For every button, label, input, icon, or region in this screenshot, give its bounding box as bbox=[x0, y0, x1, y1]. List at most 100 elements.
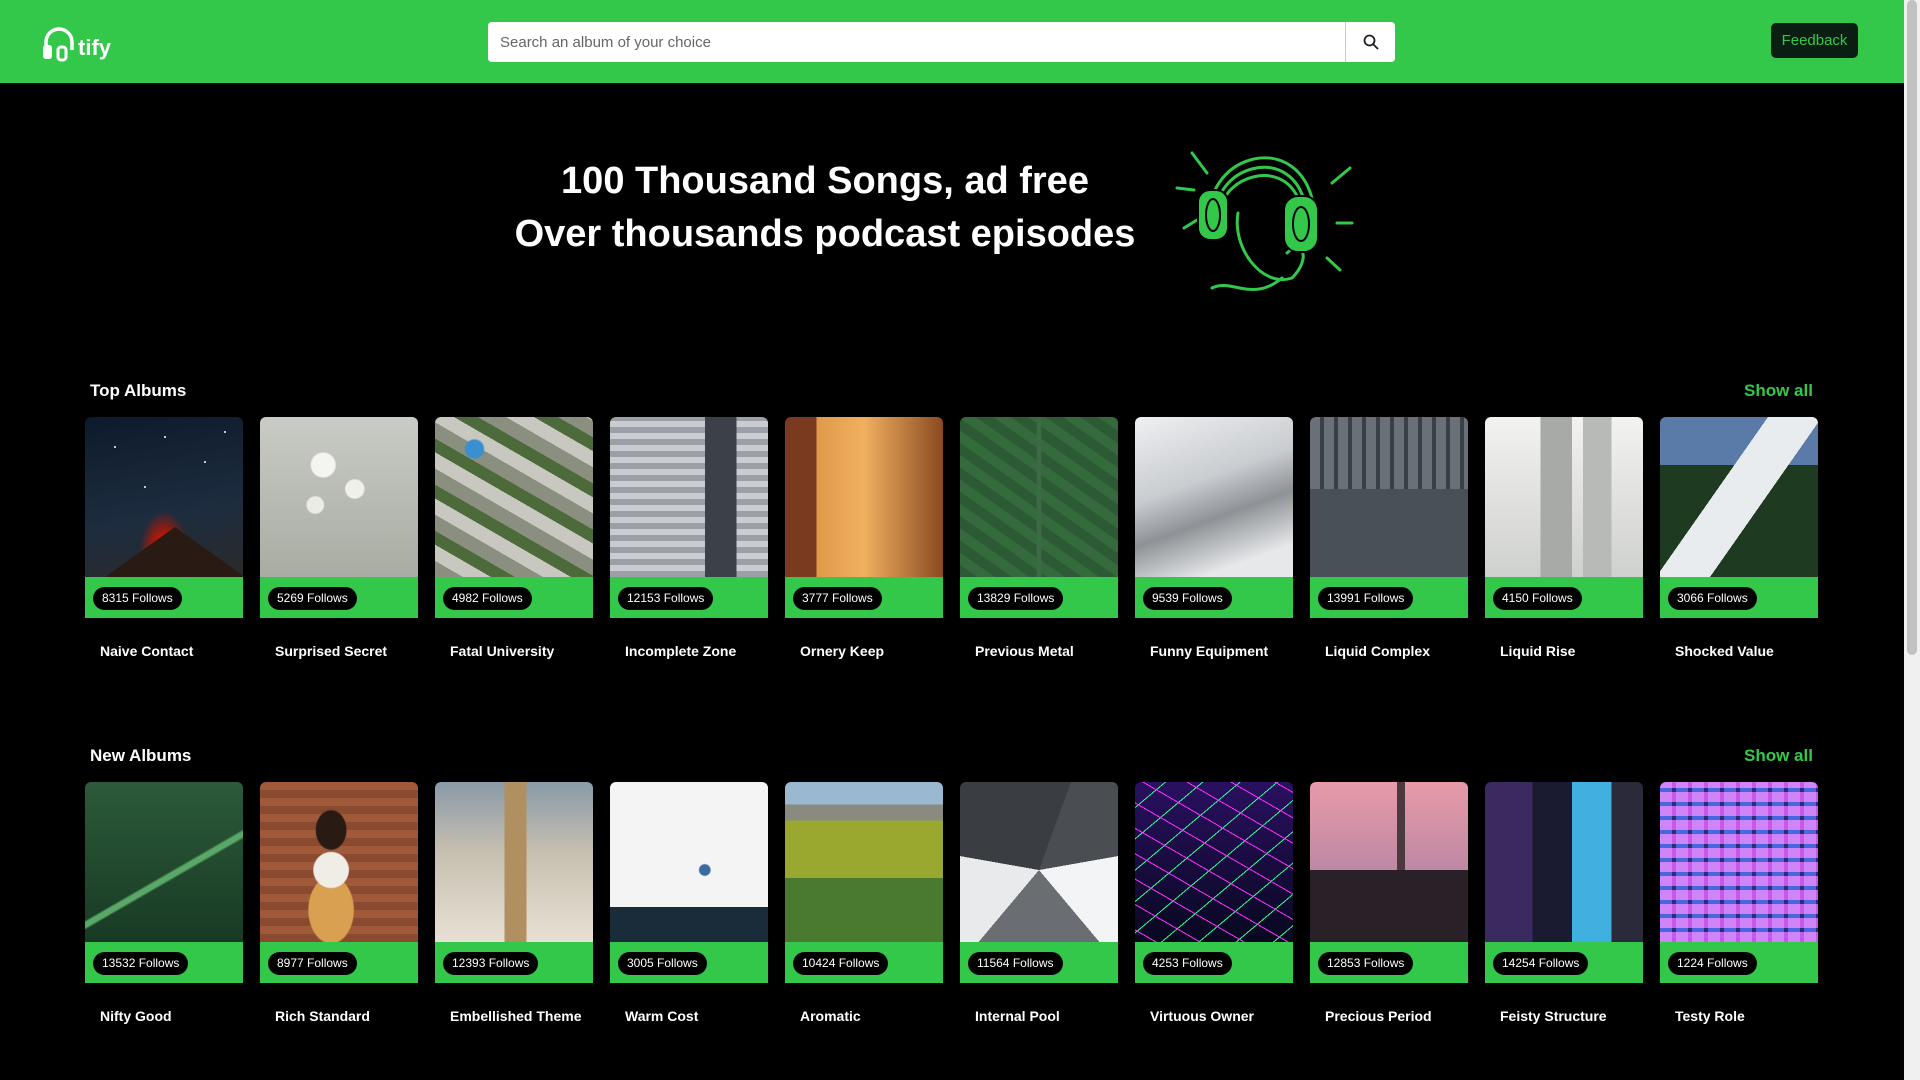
follows-badge: 3005 Follows bbox=[618, 952, 707, 975]
album-name: Nifty Good bbox=[100, 1008, 172, 1024]
hero-line-2: Over thousands podcast episodes bbox=[514, 213, 1136, 255]
follows-badge: 3066 Follows bbox=[1668, 587, 1757, 610]
album-cover-image bbox=[1310, 417, 1468, 577]
album-card[interactable]: 12153 Follows Incomplete Zone bbox=[610, 417, 768, 659]
album-card[interactable]: 3005 Follows Warm Cost bbox=[610, 782, 768, 1024]
headphones-illustration-icon bbox=[1175, 151, 1354, 291]
follows-badge: 13829 Follows bbox=[968, 587, 1064, 610]
follows-badge: 9539 Follows bbox=[1143, 587, 1232, 610]
follows-badge: 12853 Follows bbox=[1318, 952, 1414, 975]
album-name: Aromatic bbox=[800, 1008, 861, 1024]
album-card[interactable]: 12853 Follows Precious Period bbox=[1310, 782, 1468, 1024]
album-name: Liquid Rise bbox=[1500, 643, 1576, 659]
album-name: Rich Standard bbox=[275, 1008, 370, 1024]
album-name: Incomplete Zone bbox=[625, 643, 737, 659]
new-albums-title: New Albums bbox=[90, 746, 192, 765]
new-albums-show-all-link[interactable]: Show all bbox=[1744, 746, 1813, 766]
album-name: Embellished Theme bbox=[450, 1008, 582, 1024]
album-card[interactable]: 14254 Follows Feisty Structure bbox=[1485, 782, 1643, 1024]
album-cover-image bbox=[1135, 417, 1293, 577]
album-cover-image bbox=[435, 782, 593, 942]
album-cover-image bbox=[610, 782, 768, 942]
album-name: Previous Metal bbox=[975, 643, 1074, 659]
album-card[interactable]: 10424 Follows Aromatic bbox=[785, 782, 943, 1024]
album-card[interactable]: 5269 Follows Surprised Secret bbox=[260, 417, 418, 659]
album-cover-image bbox=[785, 782, 943, 942]
search-bar bbox=[488, 22, 1395, 62]
album-name: Precious Period bbox=[1325, 1008, 1432, 1024]
album-card[interactable]: 13991 Follows Liquid Complex bbox=[1310, 417, 1468, 659]
album-card[interactable]: 4150 Follows Liquid Rise bbox=[1485, 417, 1643, 659]
album-card[interactable]: 9539 Follows Funny Equipment bbox=[1135, 417, 1293, 659]
follows-badge: 4253 Follows bbox=[1143, 952, 1232, 975]
album-name: Shocked Value bbox=[1675, 643, 1774, 659]
scrollbar-thumb[interactable] bbox=[1907, 0, 1917, 655]
album-name: Internal Pool bbox=[975, 1008, 1060, 1024]
top-albums-title: Top Albums bbox=[90, 381, 187, 400]
album-cover-image bbox=[1660, 782, 1818, 942]
follows-badge: 1224 Follows bbox=[1668, 952, 1757, 975]
top-albums-row: 8315 Follows Naive Contact 5269 Follows … bbox=[85, 417, 1825, 659]
search-icon bbox=[1363, 34, 1378, 50]
album-name: Ornery Keep bbox=[800, 643, 885, 659]
top-navbar: tify Feedback bbox=[0, 0, 1904, 83]
album-card[interactable]: 3066 Follows Shocked Value bbox=[1660, 417, 1818, 659]
album-card[interactable]: 8977 Follows Rich Standard bbox=[260, 782, 418, 1024]
follows-badge: 13532 Follows bbox=[93, 952, 189, 975]
album-cover-image bbox=[260, 417, 418, 577]
album-cover-image bbox=[960, 782, 1118, 942]
follows-badge: 12393 Follows bbox=[443, 952, 539, 975]
follows-badge: 4982 Follows bbox=[443, 587, 532, 610]
album-name: Warm Cost bbox=[625, 1008, 699, 1024]
album-cover-image bbox=[960, 417, 1118, 577]
album-cover-image bbox=[1660, 417, 1818, 577]
search-input[interactable] bbox=[488, 22, 1345, 62]
follows-badge: 4150 Follows bbox=[1493, 587, 1582, 610]
album-card[interactable]: 13532 Follows Nifty Good bbox=[85, 782, 243, 1024]
logo-text: tify bbox=[78, 35, 111, 60]
follows-badge: 14254 Follows bbox=[1493, 952, 1589, 975]
album-cover-image bbox=[785, 417, 943, 577]
album-card[interactable]: 11564 Follows Internal Pool bbox=[960, 782, 1118, 1024]
follows-badge: 8315 Follows bbox=[93, 587, 182, 610]
search-button[interactable] bbox=[1345, 22, 1395, 62]
album-cover-image bbox=[1485, 782, 1643, 942]
new-albums-row: 13532 Follows Nifty Good 8977 Follows Ri… bbox=[85, 782, 1825, 1024]
page-scrollbar[interactable] bbox=[1904, 0, 1920, 1080]
album-name: Naive Contact bbox=[100, 643, 194, 659]
headphones-logo-icon bbox=[43, 27, 74, 62]
album-card[interactable]: 4253 Follows Virtuous Owner bbox=[1135, 782, 1293, 1024]
album-cover-image bbox=[1310, 782, 1468, 942]
follows-badge: 11564 Follows bbox=[968, 952, 1063, 975]
feedback-button[interactable]: Feedback bbox=[1771, 23, 1858, 58]
top-albums-show-all-link[interactable]: Show all bbox=[1744, 381, 1813, 401]
album-name: Feisty Structure bbox=[1500, 1008, 1607, 1024]
follows-badge: 3777 Follows bbox=[793, 587, 882, 610]
album-card[interactable]: 4982 Follows Fatal University bbox=[435, 417, 593, 659]
album-name: Virtuous Owner bbox=[1150, 1008, 1254, 1024]
follows-badge: 13991 Follows bbox=[1318, 587, 1414, 610]
album-card[interactable]: 1224 Follows Testy Role bbox=[1660, 782, 1818, 1024]
album-cover-image bbox=[1485, 417, 1643, 577]
follows-badge: 12153 Follows bbox=[618, 587, 714, 610]
album-cover-image bbox=[85, 417, 243, 577]
album-cover-image bbox=[85, 782, 243, 942]
album-name: Testy Role bbox=[1675, 1008, 1745, 1024]
album-card[interactable]: 12393 Follows Embellished Theme bbox=[435, 782, 593, 1024]
album-name: Fatal University bbox=[450, 643, 555, 659]
album-name: Funny Equipment bbox=[1150, 643, 1269, 659]
album-card[interactable]: 3777 Follows Ornery Keep bbox=[785, 417, 943, 659]
album-cover-image bbox=[1135, 782, 1293, 942]
volcano-graphic bbox=[105, 431, 243, 577]
app-logo[interactable]: tify bbox=[42, 22, 111, 62]
hero-text: 100 Thousand Songs, ad free Over thousan… bbox=[500, 155, 1150, 261]
follows-badge: 10424 Follows bbox=[793, 952, 889, 975]
follows-badge: 8977 Follows bbox=[268, 952, 357, 975]
album-cover-image bbox=[610, 417, 768, 577]
album-card[interactable]: 8315 Follows Naive Contact bbox=[85, 417, 243, 659]
album-name: Surprised Secret bbox=[275, 643, 388, 659]
album-cover-image bbox=[435, 417, 593, 577]
album-cover-image bbox=[260, 782, 418, 942]
hero-line-1: 100 Thousand Songs, ad free bbox=[561, 160, 1089, 202]
album-card[interactable]: 13829 Follows Previous Metal bbox=[960, 417, 1118, 659]
